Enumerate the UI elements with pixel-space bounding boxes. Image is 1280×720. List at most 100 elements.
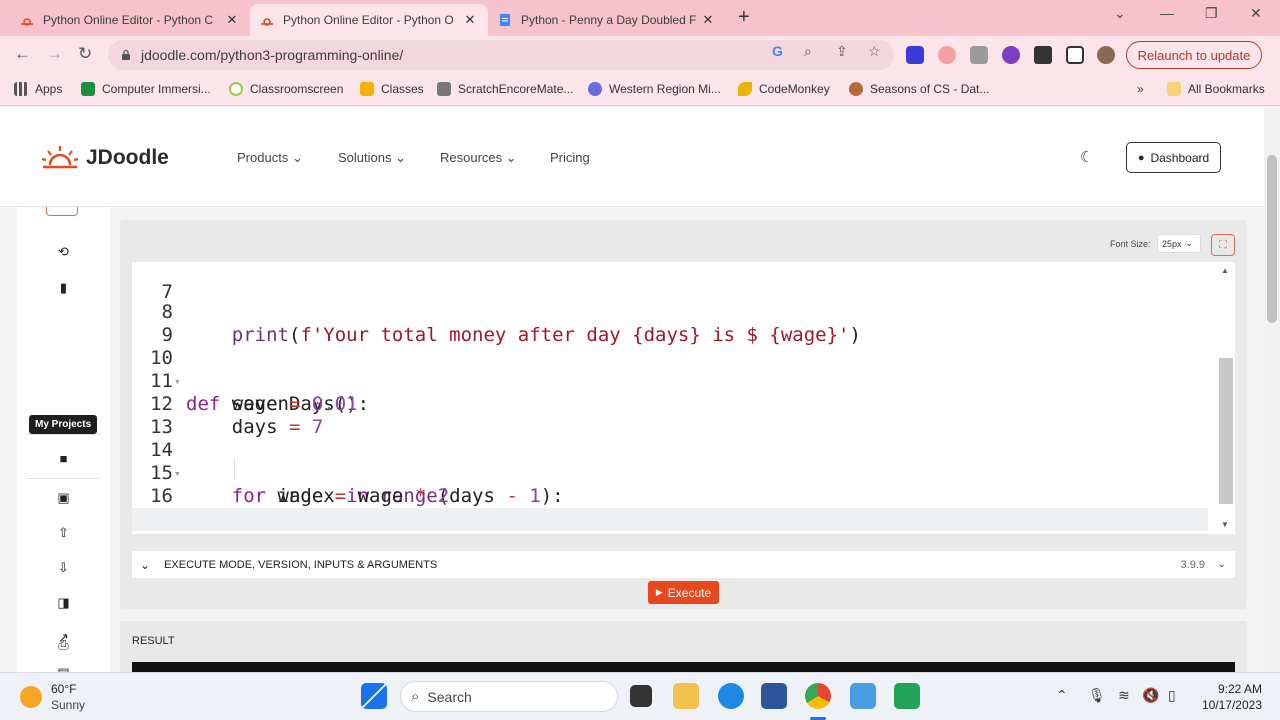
chrome-icon[interactable] xyxy=(805,683,831,709)
sidebar-collapse-button[interactable] xyxy=(46,207,78,216)
google-lens-icon[interactable]: G xyxy=(772,43,783,59)
task-view-icon[interactable] xyxy=(630,685,652,707)
all-bookmarks-button[interactable]: All Bookmarks xyxy=(1167,82,1265,96)
tab-close-icon[interactable]: ✕ xyxy=(700,12,716,28)
print-icon[interactable]: ⎙ xyxy=(17,637,110,653)
dashboard-button[interactable]: ● Dashboard xyxy=(1126,142,1221,173)
nav-resources[interactable]: Resources ⌄ xyxy=(440,150,517,166)
clipboard-icon[interactable]: ▤ xyxy=(17,665,110,672)
sun-weather-icon[interactable] xyxy=(20,686,42,708)
expand-icon: ⛶ xyxy=(1219,238,1227,251)
show-hidden-icons[interactable]: ⌃ xyxy=(1056,687,1068,704)
font-size-select[interactable]: 25px ⌄ xyxy=(1157,234,1201,253)
back-icon[interactable]: ← xyxy=(14,44,31,64)
notepad-icon[interactable] xyxy=(850,683,876,709)
bookmark-star-icon[interactable]: ☆ xyxy=(868,43,881,60)
dark-mode-moon-icon[interactable]: ☾ xyxy=(1080,148,1093,166)
folder-icon xyxy=(1167,82,1181,96)
version-chevron-icon[interactable]: ⌄ xyxy=(1218,559,1226,570)
new-tab-button[interactable]: + xyxy=(738,6,750,29)
reload-icon[interactable]: ↻ xyxy=(78,44,92,64)
download-icon[interactable]: ⇩ xyxy=(17,560,110,576)
tab-penny-a-day[interactable]: Python - Penny a Day Doubled F ✕ xyxy=(488,4,726,36)
profile-avatar[interactable] xyxy=(1097,46,1115,64)
bookmark-scratch[interactable]: ScratchEncoreMate... xyxy=(437,82,573,96)
app-green-icon[interactable] xyxy=(894,683,920,709)
nav-products[interactable]: Products ⌄ xyxy=(237,150,303,166)
tab-python-editor-2[interactable]: Python Online Editor - Python O ✕ xyxy=(250,4,488,36)
tab-close-icon[interactable]: ✕ xyxy=(224,12,240,28)
jdoodle-favicon-icon xyxy=(21,18,33,26)
wifi-icon[interactable]: ≋ xyxy=(1118,687,1130,704)
file-explorer-icon[interactable] xyxy=(673,683,699,709)
extension-k-icon[interactable] xyxy=(1002,46,1020,64)
taskbar-clock[interactable]: 9:22 AM 10/17/2023 xyxy=(1198,681,1262,713)
bookmark-codemonkey[interactable]: CodeMonkey xyxy=(738,82,830,96)
execute-button[interactable]: ▶ Execute xyxy=(648,581,719,604)
edge-icon[interactable] xyxy=(718,683,744,709)
minimize-icon[interactable]: — xyxy=(1160,5,1174,21)
volume-muted-icon[interactable]: 🔇 xyxy=(1142,687,1159,704)
nav-solutions[interactable]: Solutions ⌄ xyxy=(338,150,406,166)
code-line: 14 ▾ for index in range(days - 1): xyxy=(132,416,1208,507)
bookmark-western-region[interactable]: Western Region Mi... xyxy=(588,82,721,96)
bookmark-seasons-of-cs[interactable]: Seasons of CS - Dat... xyxy=(849,82,989,96)
editor-scroll-thumb[interactable] xyxy=(1219,358,1233,504)
forward-icon[interactable]: → xyxy=(46,44,63,64)
scroll-up-icon[interactable]: ▲ xyxy=(1221,266,1229,275)
line-number: 18 xyxy=(132,531,173,534)
google-docs-icon xyxy=(500,14,510,26)
embed-icon[interactable]: ◨ xyxy=(17,595,110,611)
code-line: 8 print(f'Your total money after day {da… xyxy=(132,278,1208,346)
editor-scrollbar[interactable]: ▲ ▼ xyxy=(1217,262,1235,534)
tab-python-editor-1[interactable]: Python Online Editor - Python C ✕ xyxy=(10,4,250,36)
microphone-icon[interactable]: 🎙 xyxy=(1088,687,1106,704)
save-icon[interactable]: ▣ xyxy=(17,490,110,506)
nav-pricing[interactable]: Pricing xyxy=(550,150,590,165)
bookmark-label: Classes xyxy=(381,82,424,96)
file-icon[interactable]: ▮ xyxy=(17,280,110,296)
share-icon[interactable]: ⇪ xyxy=(836,43,848,60)
video-icon[interactable]: ■ xyxy=(17,451,110,466)
scroll-down-icon[interactable]: ▼ xyxy=(1221,520,1229,529)
battery-icon[interactable]: ▯ xyxy=(1168,687,1176,704)
nav-label: Products xyxy=(237,150,289,165)
store-icon[interactable] xyxy=(761,683,787,709)
restore-icon[interactable]: ❐ xyxy=(1205,5,1218,22)
execute-mode-label: EXECUTE MODE, VERSION, INPUTS & ARGUMENT… xyxy=(164,558,438,571)
lock-icon xyxy=(122,49,130,60)
history-icon[interactable]: ⟲ xyxy=(17,244,110,260)
bookmark-classroomscreen[interactable]: Classroomscreen xyxy=(229,82,343,96)
user-icon: ● xyxy=(1137,151,1145,164)
browser-toolbar: ← → ↻ jdoodle.com/python3-programming-on… xyxy=(0,36,1280,74)
editor-sidebar: ⟲ ▮ My Projects ■ ▣ ⇧ ⇩ ◨ ↗ ▤ xyxy=(17,207,110,672)
search-icon: ⌕ xyxy=(411,688,420,705)
jdoodle-logo[interactable]: JDoodle xyxy=(40,143,169,173)
page-scroll-thumb[interactable] xyxy=(1267,155,1277,323)
play-icon: ▶ xyxy=(655,587,663,597)
window-close-icon[interactable]: ✕ xyxy=(1250,5,1262,22)
extensions-puzzle-icon[interactable] xyxy=(1034,46,1052,64)
bookmark-apps[interactable]: Apps xyxy=(14,82,62,96)
taskbar-search[interactable]: ⌕ Search xyxy=(400,681,618,712)
tab-close-icon[interactable]: ✕ xyxy=(462,12,478,28)
execute-mode-bar[interactable]: ⌄ EXECUTE MODE, VERSION, INPUTS & ARGUME… xyxy=(132,551,1235,578)
sidepanel-icon[interactable] xyxy=(1066,46,1084,64)
zoom-icon[interactable]: ⌕ xyxy=(804,43,812,60)
windows-start-icon[interactable] xyxy=(361,683,387,709)
code-editor[interactable]: 7 8 print(f'Your total money after day {… xyxy=(132,262,1235,534)
extension-record-icon[interactable] xyxy=(938,46,956,64)
upload-icon[interactable]: ⇧ xyxy=(17,525,110,541)
font-size-value: 25px xyxy=(1162,238,1182,249)
relaunch-button[interactable]: Relaunch to update xyxy=(1126,41,1262,69)
logo-text: JDoodle xyxy=(86,146,169,169)
extension-screen-icon[interactable] xyxy=(970,46,988,64)
apps-grid-icon xyxy=(14,82,28,96)
page-scrollbar[interactable] xyxy=(1264,107,1280,672)
bookmark-classes[interactable]: Classes xyxy=(360,82,424,96)
extension-c-icon[interactable] xyxy=(906,46,924,64)
tab-search-icon[interactable]: ⌄ xyxy=(1114,5,1126,22)
fullscreen-button[interactable]: ⛶ xyxy=(1211,234,1235,256)
bookmarks-overflow-button[interactable]: » xyxy=(1137,82,1144,96)
bookmark-computer-immersion[interactable]: Computer Immersi... xyxy=(81,82,211,96)
